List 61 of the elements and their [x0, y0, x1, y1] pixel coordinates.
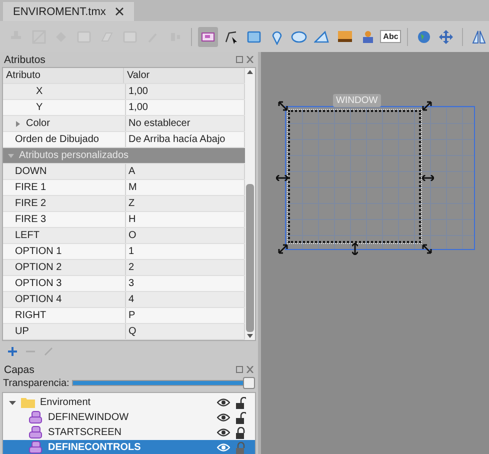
- property-name: FIRE 2: [14, 198, 46, 209]
- collapse-arrow-icon[interactable]: [9, 399, 16, 406]
- panel-title: Atributos: [4, 54, 46, 66]
- opacity-slider[interactable]: [72, 377, 255, 389]
- property-name: FIRE 1: [14, 182, 46, 193]
- expand-arrow-icon[interactable]: [15, 120, 21, 126]
- property-name: LEFT: [14, 230, 40, 241]
- object-layer-icon: [29, 441, 43, 454]
- resize-handle-icon[interactable]: [278, 244, 288, 254]
- property-name: OPTION 1: [14, 246, 62, 257]
- object-rectangle[interactable]: [288, 110, 421, 243]
- node-icon: [223, 28, 240, 44]
- resize-handle-icon[interactable]: [352, 243, 358, 255]
- document-tab[interactable]: ENVIROMENT.tmx: [3, 2, 134, 21]
- property-name: UP: [14, 326, 29, 337]
- layer-row[interactable]: Enviroment: [3, 395, 255, 410]
- resize-handle-icon[interactable]: [422, 175, 434, 181]
- unlocked-lock-icon[interactable]: [236, 412, 246, 424]
- folder-icon: [21, 397, 35, 408]
- panel-controls-icon[interactable]: [236, 56, 254, 63]
- resize-handle-icon[interactable]: [278, 101, 288, 111]
- object-layer-icon: [29, 426, 43, 439]
- property-name: RIGHT: [14, 310, 46, 321]
- panel-title: Capas: [4, 364, 34, 376]
- property-name: Y: [36, 102, 43, 113]
- property-name: Color: [26, 118, 50, 129]
- globe-icon: [416, 28, 432, 44]
- property-name: Orden de Dibujado: [15, 134, 99, 145]
- property-name: OPTION 2: [14, 262, 62, 273]
- property-name: FIRE 3: [14, 214, 46, 225]
- eye-icon[interactable]: [217, 398, 230, 407]
- property-name: DOWN: [14, 166, 47, 177]
- resize-handle-icon[interactable]: [422, 244, 432, 254]
- eye-icon[interactable]: [217, 413, 230, 422]
- add-icon[interactable]: [8, 347, 17, 356]
- object-layer-icon: [29, 411, 43, 424]
- polygon-icon: [314, 28, 330, 44]
- layer-row[interactable]: DEFINEWINDOW: [3, 410, 255, 425]
- column-header[interactable]: Atributo: [3, 68, 124, 83]
- close-icon[interactable]: [114, 7, 124, 16]
- property-name: OPTION 3: [14, 278, 62, 289]
- unlocked-lock-icon[interactable]: [236, 396, 246, 408]
- layer-row[interactable]: STARTSCREEN: [3, 425, 255, 440]
- object-name-label: WINDOW: [333, 94, 381, 107]
- panel-controls-icon[interactable]: [236, 366, 254, 373]
- image-icon: [337, 28, 354, 44]
- scroll-up-arrow-icon[interactable]: [247, 70, 253, 74]
- scrollbar[interactable]: [245, 68, 255, 340]
- flip-icon: [471, 28, 488, 44]
- scroll-down-arrow-icon[interactable]: [247, 334, 253, 338]
- rect-icon: [246, 28, 262, 44]
- lock-icon[interactable]: [236, 426, 246, 438]
- resize-handle-icon[interactable]: [276, 175, 288, 181]
- property-name: X: [36, 86, 43, 97]
- resize-handle-icon[interactable]: [422, 101, 432, 111]
- move-icon: [438, 28, 454, 44]
- eye-icon[interactable]: [217, 428, 230, 437]
- tool-button[interactable]: [198, 26, 218, 46]
- ellipse-icon: [291, 28, 308, 44]
- opacity-label: Transparencia:: [3, 378, 70, 388]
- property-name: OPTION 4: [14, 294, 62, 305]
